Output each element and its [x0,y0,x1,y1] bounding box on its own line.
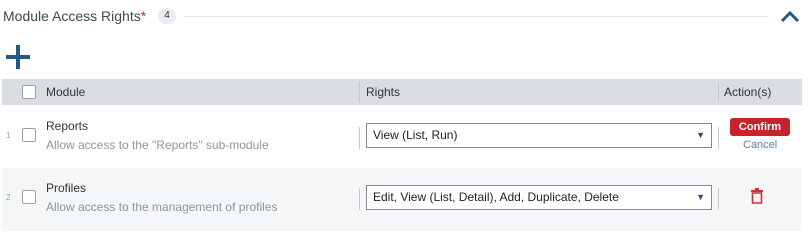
column-divider [359,188,360,210]
triangle-down-icon: ▼ [696,130,705,140]
confirm-button[interactable]: Confirm [730,118,790,136]
rights-select[interactable]: View (List, Run) ▼ [366,123,712,148]
plus-icon[interactable] [4,43,32,71]
header-divider [183,16,769,17]
column-divider [718,127,719,149]
module-access-table: Module Rights Action(s) 1 Reports Allow … [2,79,802,231]
module-description: Allow access to the "Reports" sub-module [46,138,269,152]
chevron-up-icon[interactable] [779,10,801,24]
rights-select-value: View (List, Run) [373,128,458,142]
row-checkbox[interactable] [22,190,36,204]
table-row: 1 Reports Allow access to the "Reports" … [2,105,802,168]
column-header-module: Module [46,85,86,99]
row-number: 1 [6,131,11,140]
module-description: Allow access to the management of profil… [46,200,278,214]
trash-icon[interactable] [751,188,763,204]
column-divider [359,127,360,149]
module-name: Reports [46,119,89,133]
section-header: Module Access Rights* 4 [0,0,808,34]
section-title-text: Module Access Rights [3,8,141,24]
column-header-actions: Action(s) [724,85,772,99]
module-name: Profiles [46,181,87,195]
row-number: 2 [6,193,11,202]
column-header-rights: Rights [366,85,401,99]
required-marker: * [140,8,147,24]
column-divider [718,82,719,102]
select-all-checkbox[interactable] [22,85,36,99]
column-divider [718,188,719,210]
table-row: 2 Profiles Allow access to the managemen… [2,168,802,231]
count-badge: 4 [158,8,176,24]
cancel-link[interactable]: Cancel [743,139,777,151]
rights-select[interactable]: Edit, View (List, Detail), Add, Duplicat… [366,185,712,210]
rights-select-value: Edit, View (List, Detail), Add, Duplicat… [373,190,619,204]
section-title: Module Access Rights* [3,8,146,24]
row-checkbox[interactable] [22,128,36,142]
table-header: Module Rights Action(s) [2,79,802,105]
triangle-down-icon: ▼ [696,192,705,202]
column-divider [359,82,360,102]
